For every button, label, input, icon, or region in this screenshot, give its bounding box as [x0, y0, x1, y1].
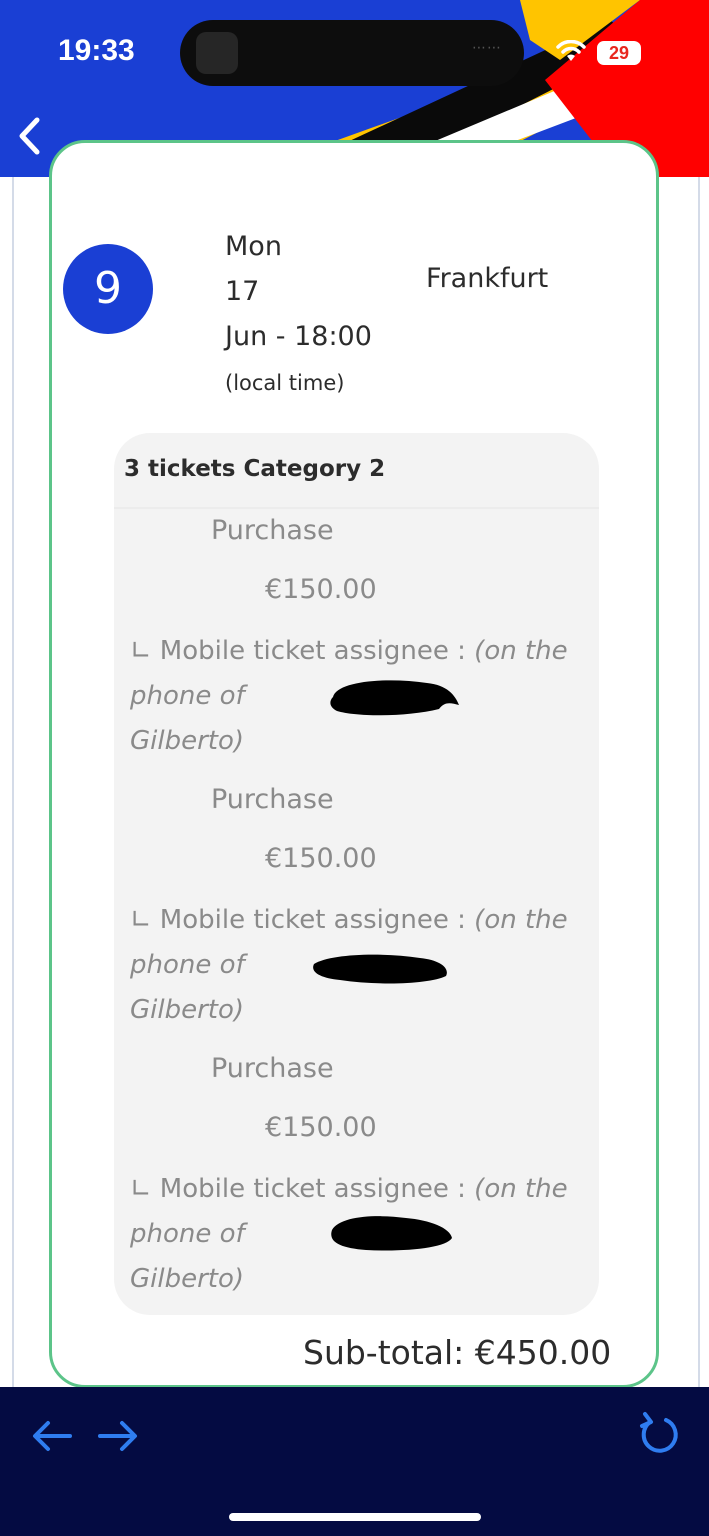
match-venue: Frankfurt	[426, 263, 549, 294]
redaction-mark	[330, 680, 459, 716]
battery-icon: 29	[597, 41, 641, 65]
dynamic-island: ⋯⋯	[180, 20, 524, 86]
subtotal: Sub-total: €450.00	[303, 1333, 612, 1372]
tickets-title: 3 tickets Category 2	[124, 456, 386, 482]
match-month-time: Jun - 18:00	[225, 321, 372, 352]
divider	[114, 507, 599, 509]
match-number-badge: 9	[63, 244, 153, 334]
match-date: 17	[225, 276, 260, 307]
ticket-type: Purchase	[211, 1053, 334, 1084]
tickets-box: 3 tickets Category 2 Purchase €150.00 ∟ M…	[114, 433, 599, 1315]
arrow-right-icon[interactable]	[96, 1416, 140, 1456]
assignee-label: Mobile ticket assignee :	[159, 636, 466, 666]
corner-arrow-icon: ∟	[130, 905, 152, 935]
redaction-mark	[331, 1216, 452, 1251]
wifi-icon	[556, 40, 586, 61]
home-indicator	[229, 1513, 481, 1521]
ticket-type: Purchase	[211, 784, 334, 815]
chevron-left-icon	[19, 117, 40, 155]
assignee-suffix: Gilberto)	[130, 726, 245, 756]
status-time: 19:33	[58, 34, 135, 67]
page-frame-right	[698, 177, 700, 1387]
ticket-price: €150.00	[265, 843, 377, 874]
corner-arrow-icon: ∟	[130, 636, 152, 666]
page-frame-left	[12, 177, 14, 1387]
match-day: Mon	[225, 231, 282, 262]
redaction-mark	[313, 954, 447, 984]
ticket-type: Purchase	[211, 515, 334, 546]
battery-level: 29	[608, 43, 630, 63]
ticket-price: €150.00	[265, 1112, 377, 1143]
arrow-left-icon[interactable]	[30, 1416, 74, 1456]
assignee-label: Mobile ticket assignee :	[159, 905, 466, 935]
dots-icon: ⋯⋯	[472, 40, 502, 56]
camera-icon	[196, 32, 238, 74]
corner-arrow-icon: ∟	[130, 1174, 152, 1204]
assignee-suffix: Gilberto)	[130, 1264, 245, 1294]
reload-icon[interactable]	[636, 1410, 682, 1458]
assignee-suffix: Gilberto)	[130, 995, 245, 1025]
match-time-note: (local time)	[225, 371, 345, 395]
ticket-price: €150.00	[265, 574, 377, 605]
back-button[interactable]	[10, 114, 50, 158]
assignee-label: Mobile ticket assignee :	[159, 1174, 466, 1204]
